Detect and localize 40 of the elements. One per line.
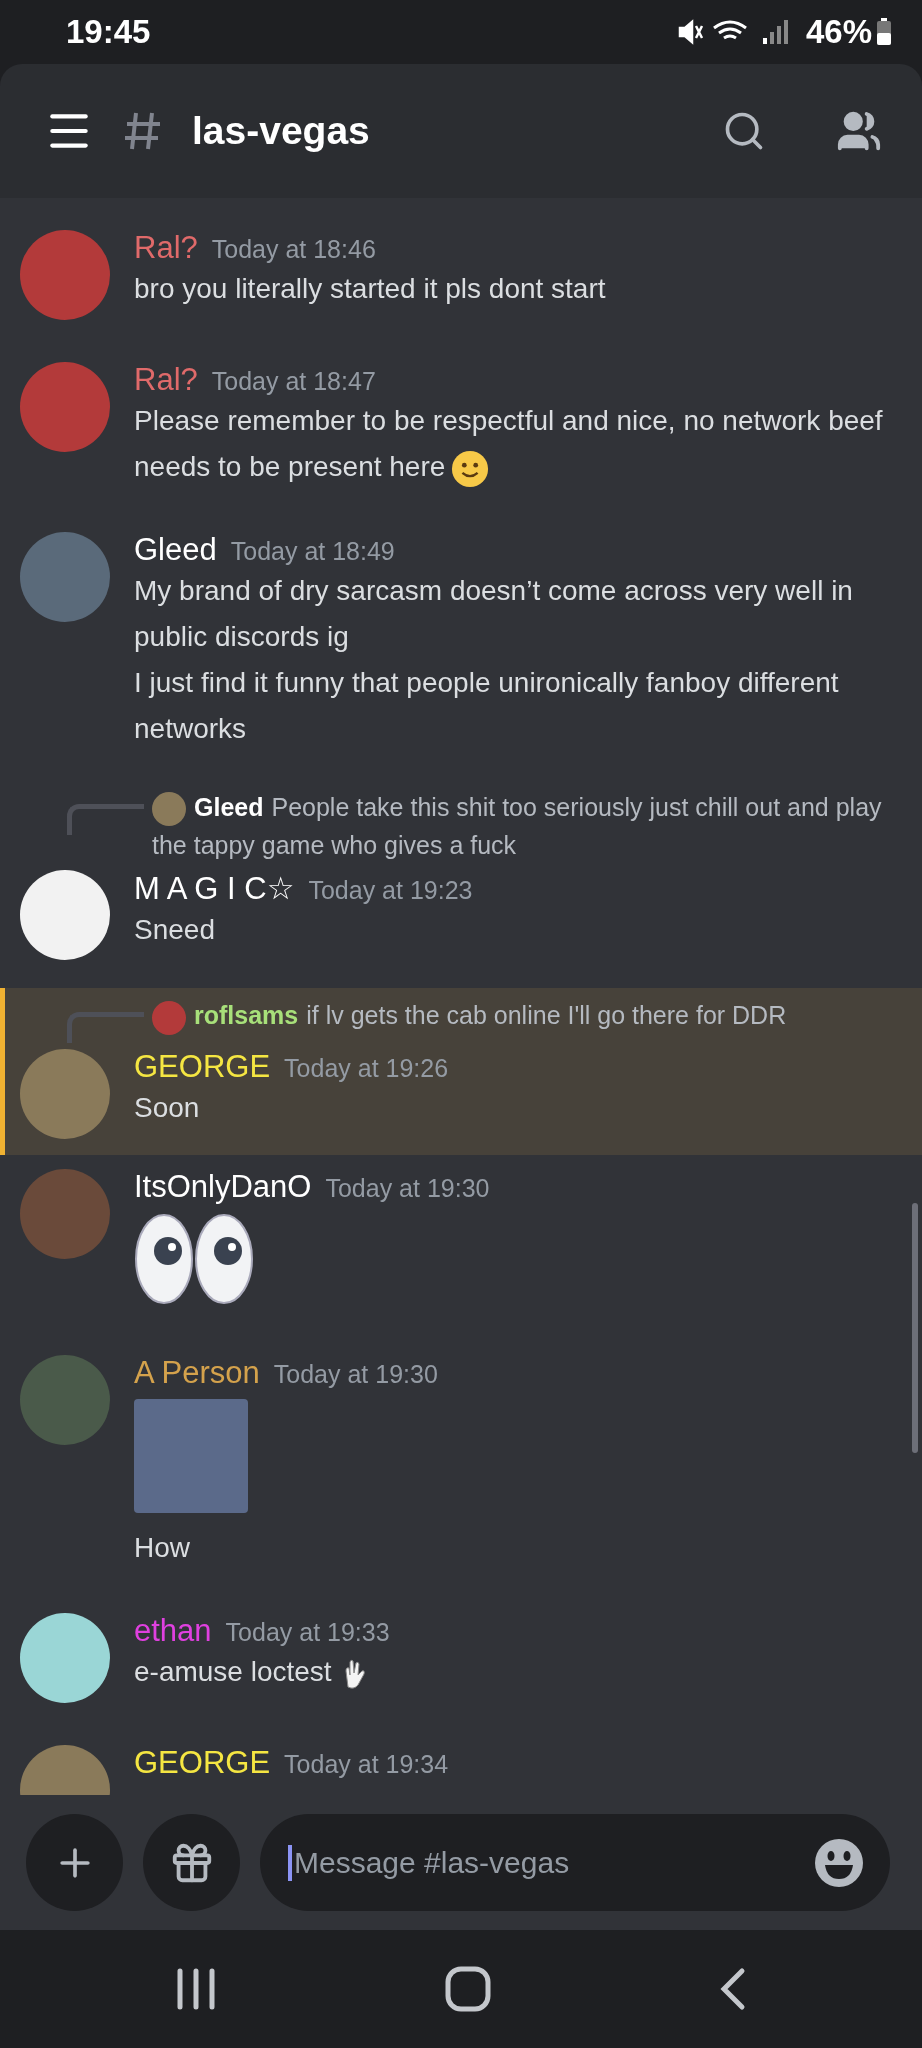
channel-title: las-vegas [192,109,371,153]
author-name[interactable]: A Person [134,1355,260,1392]
message-timestamp: Today at 19:33 [225,1618,390,1648]
message-text: How [134,1531,191,1566]
message-input[interactable]: Message #las-vegas [288,1844,814,1881]
message-timestamp: Today at 18:46 [211,235,376,264]
battery-icon [876,18,892,46]
eyes-icon [134,1213,254,1306]
author-name[interactable]: ItsOnlyDanO [134,1169,312,1206]
message-text: My brand of dry sarcasm doesn’t come across very well in public discords ig [134,574,854,654]
author-name[interactable]: M A G I C☆ [134,870,295,908]
status-time: 19:45 [66,13,152,51]
smiley-icon [451,449,490,488]
message-text: I just find it funny that people unironically fanboy different networks [134,666,840,746]
message-timestamp: Today at 18:49 [230,537,395,566]
message-text: e-amuse loctest [134,1649,902,1696]
author-name[interactable]: GEORGE [134,1745,271,1782]
author-name[interactable]: Ral? [134,362,198,398]
message-timestamp: Today at 19:30 [273,1360,438,1390]
message-timestamp: Today at 19:23 [308,876,473,906]
reply-preview[interactable]: roflsams if lv gets the cab online I'll go there for DDR [152,996,787,1035]
message-timestamp: Today at 19:30 [325,1174,490,1204]
author-name[interactable]: Ral? [134,230,198,266]
hash-icon [124,111,162,151]
message-timestamp: Today at 19:34 [284,1750,449,1780]
author-name[interactable]: ethan [134,1613,212,1650]
message-timestamp: Today at 19:26 [284,1054,449,1084]
author-name[interactable]: Gleed [134,532,217,568]
home-icon[interactable] [445,1966,491,2012]
message-bar[interactable]: Message #las-vegas [260,1814,890,1911]
message-text: Soon [134,1091,201,1126]
author-name[interactable]: GEORGE [134,1049,271,1086]
emoji-button[interactable] [814,1837,864,1888]
message-text: Please remember to be respectful and nice, no network beef needs to be present here [134,398,902,490]
message-text: Sneed [134,913,216,948]
reply-preview[interactable]: Gleed People take this shit too seriously just chill out and play the tappy game who gives a fuck [152,788,902,865]
message-timestamp: Today at 18:47 [211,367,376,396]
scrollbar[interactable] [912,1203,918,1453]
battery-percentage: 46% [805,13,872,51]
message-text: bro you literally started it pls dont start [134,272,607,306]
